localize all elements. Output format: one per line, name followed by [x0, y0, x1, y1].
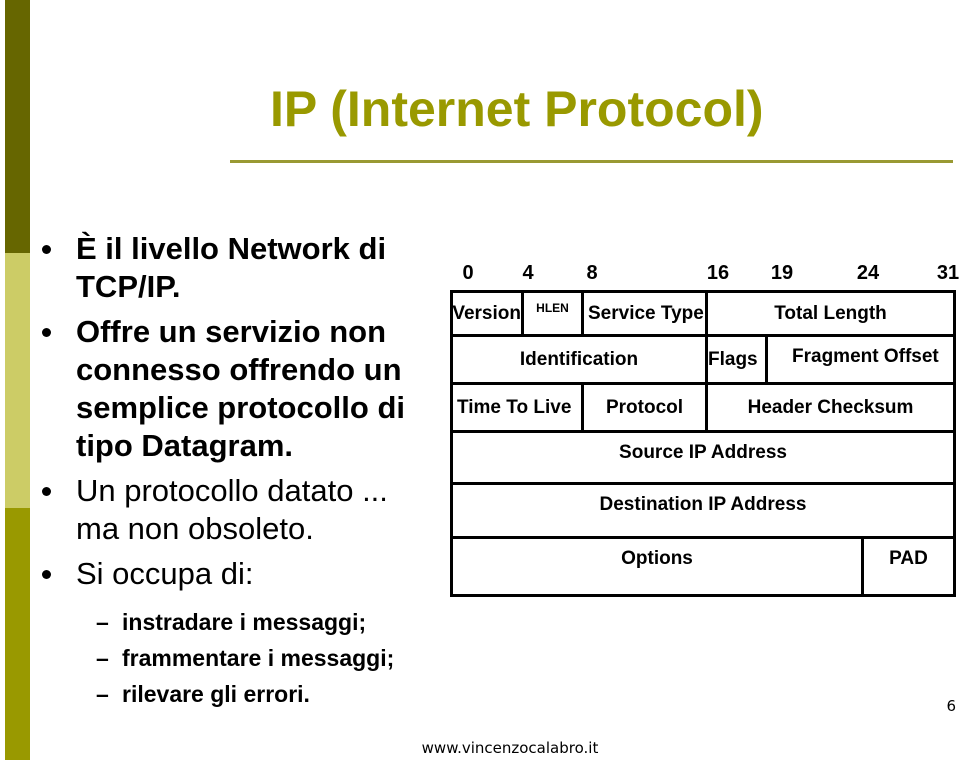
- field-label: Flags: [708, 348, 758, 370]
- sub-bullet-text: instradare i messaggi;: [122, 609, 367, 635]
- bullet-dot-icon: [42, 328, 51, 337]
- bullet-dot-icon: [42, 570, 51, 579]
- sub-bullet-text: frammentare i messaggi;: [122, 645, 395, 671]
- field-options: Options: [450, 536, 864, 597]
- footer-url: www.vincenzocalabro.it: [421, 739, 599, 757]
- bullet-line: tipo Datagram.: [76, 428, 294, 463]
- bullet-line: Si occupa di:: [76, 556, 254, 591]
- field-label: PAD: [889, 548, 928, 569]
- bullet-line: È il livello Network di: [76, 231, 387, 266]
- field-label: Fragment Offset: [792, 346, 939, 367]
- field-service-type: Service Type: [581, 290, 708, 337]
- bullet-line: Un protocollo datato ...: [76, 473, 388, 508]
- bit-tick-label: 24: [856, 262, 880, 284]
- field-time-to-live: Time To Live: [450, 382, 584, 433]
- field-pad: PAD: [861, 536, 956, 597]
- field-label: Service Type: [588, 302, 704, 324]
- dash-icon: –: [96, 645, 109, 671]
- field-source-ip-address: Source IP Address: [450, 430, 956, 485]
- sub-bullet-item: – rilevare gli errori.: [96, 676, 456, 712]
- bit-tick-label: 4: [522, 262, 534, 284]
- field-label: Time To Live: [457, 396, 572, 418]
- title-divider: [230, 160, 953, 163]
- bit-tick-label: 19: [770, 262, 794, 284]
- side-bar-middle: [5, 253, 30, 508]
- field-label: Source IP Address: [619, 442, 787, 463]
- bullet-item: È il livello Network di TCP/IP.: [42, 230, 452, 306]
- field-label: Identification: [519, 348, 639, 370]
- bullet-item: Si occupa di:: [42, 555, 452, 593]
- sub-bullet-item: – instradare i messaggi;: [96, 604, 456, 640]
- bullet-item: Offre un servizio non connesso offrendo …: [42, 313, 452, 465]
- field-label: Options: [621, 548, 693, 569]
- field-label: Protocol: [605, 396, 684, 418]
- bit-tick-label: 31: [936, 262, 960, 284]
- bullet-dot-icon: [42, 245, 51, 254]
- dash-icon: –: [96, 681, 109, 707]
- sub-bullet-item: – frammentare i messaggi;: [96, 640, 456, 676]
- sub-bullet-text: rilevare gli errori.: [122, 681, 310, 707]
- field-total-length: Total Length: [705, 290, 956, 337]
- field-version: Version: [450, 290, 524, 337]
- bullet-dot-icon: [42, 487, 51, 496]
- bullet-line: TCP/IP.: [76, 269, 181, 304]
- page-number: 6: [946, 697, 956, 715]
- field-label: Destination IP Address: [599, 494, 807, 515]
- field-flags: Flags: [705, 334, 768, 385]
- slide-title: IP (Internet Protocol): [270, 81, 764, 137]
- bit-tick-label: 0: [462, 262, 474, 284]
- bit-ruler: 0 4 8 16 19 24 31: [440, 262, 960, 288]
- side-bar-bottom: [5, 508, 30, 760]
- sub-bullet-list: – instradare i messaggi; – frammentare i…: [96, 604, 456, 712]
- field-protocol: Protocol: [581, 382, 708, 433]
- field-label: Version: [452, 302, 521, 324]
- field-hlen: HLEN: [521, 290, 584, 337]
- bullet-line: semplice protocollo di: [76, 390, 405, 425]
- bit-tick-label: 8: [586, 262, 598, 284]
- bullet-line: ma non obsoleto.: [76, 511, 314, 546]
- bullet-list: È il livello Network di TCP/IP. Offre un…: [42, 230, 452, 600]
- field-identification: Identification: [450, 334, 708, 385]
- bullet-line: connesso offrendo un: [76, 352, 402, 387]
- bit-tick-label: 16: [706, 262, 730, 284]
- field-label: Total Length: [774, 302, 887, 324]
- field-header-checksum: Header Checksum: [705, 382, 956, 433]
- field-fragment-offset: Fragment Offset: [765, 334, 956, 385]
- field-label: Header Checksum: [747, 396, 914, 418]
- field-label: HLEN: [536, 301, 569, 315]
- side-bar-top: [5, 0, 30, 253]
- bullet-item: Un protocollo datato ... ma non obsoleto…: [42, 472, 452, 548]
- field-destination-ip-address: Destination IP Address: [450, 482, 956, 539]
- bullet-line: Offre un servizio non: [76, 314, 387, 349]
- dash-icon: –: [96, 609, 109, 635]
